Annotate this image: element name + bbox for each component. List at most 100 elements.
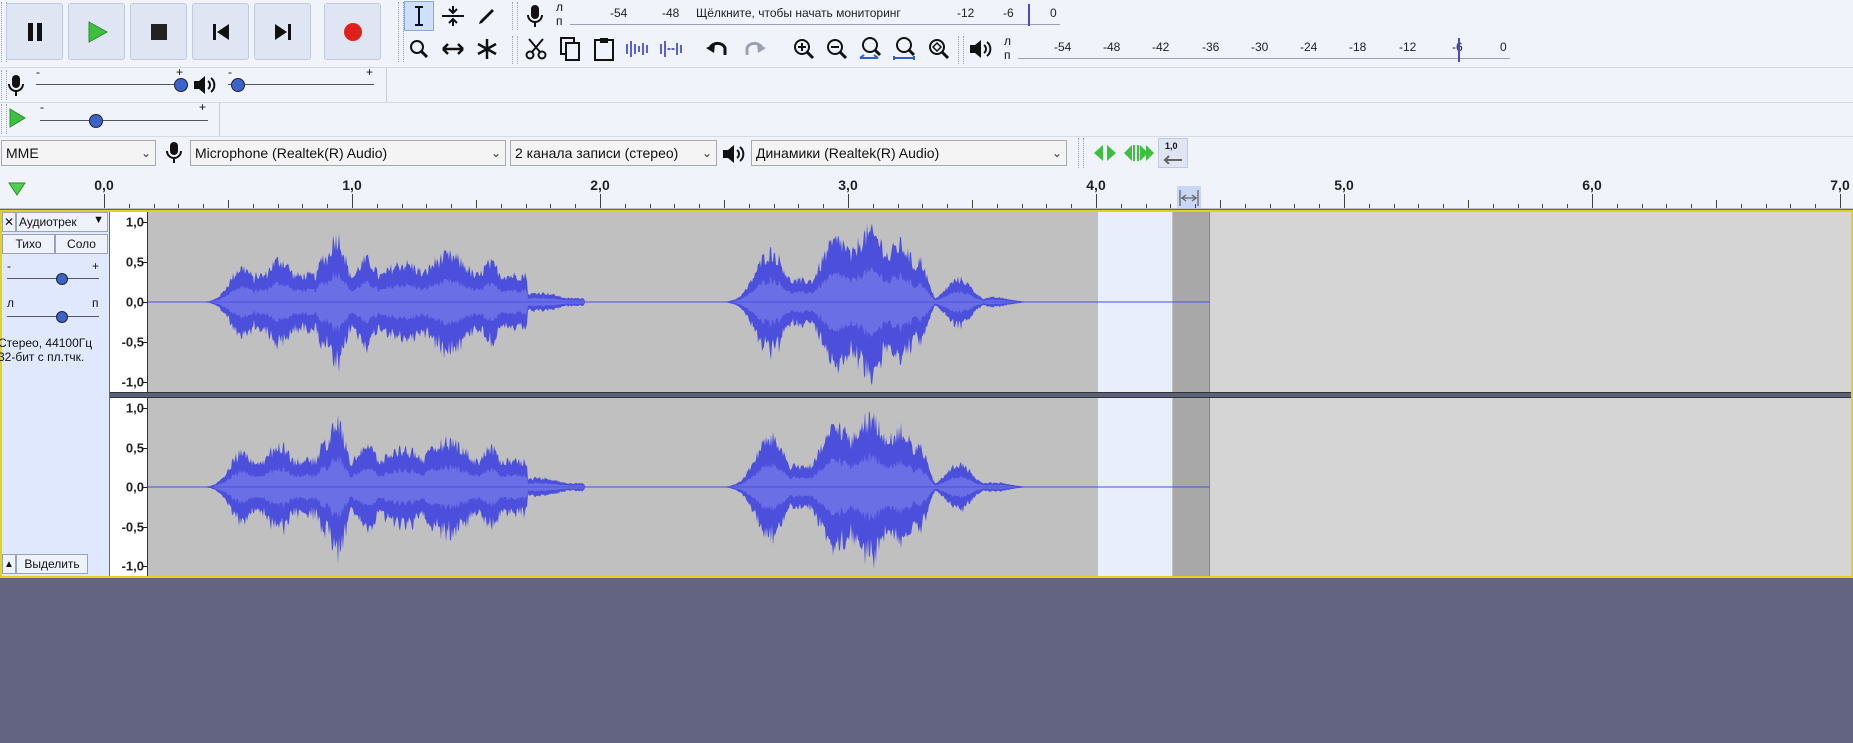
stop-button[interactable] <box>130 3 187 60</box>
chevron-down-icon: ⌄ <box>490 146 501 160</box>
ruler-tick <box>154 204 155 208</box>
silence-audio-icon <box>660 41 682 57</box>
pause-button[interactable] <box>6 3 63 60</box>
skip-end-button[interactable] <box>254 3 311 60</box>
meter-right-label: п <box>556 14 563 28</box>
solo-button[interactable]: Соло <box>55 234 108 254</box>
ruler-tick <box>1592 194 1593 208</box>
gain-max-label: + <box>92 259 100 273</box>
playback-volume-slider[interactable] <box>228 84 374 85</box>
ruler-label: 1,0 <box>342 177 362 193</box>
play-cut-preview-button[interactable] <box>1122 138 1156 168</box>
meter-tick: -48 <box>1103 40 1121 54</box>
select-track-button[interactable]: Выделить <box>16 554 88 574</box>
vertical-scale-left[interactable]: 1,0 0,5 0,0 -0,5 -1,0 <box>110 212 148 392</box>
audio-track[interactable]: ✕ Аудиотрек ▼ Тихо Соло - + л п Стерео, … <box>0 210 1853 578</box>
toolbar-grip[interactable] <box>512 36 518 64</box>
meter-left-label: л <box>1004 34 1012 48</box>
pan-slider[interactable] <box>7 316 99 317</box>
chevron-down-icon: ⌄ <box>140 146 151 160</box>
audio-host-select[interactable]: MME ⌄ <box>1 140 156 166</box>
record-meter-button[interactable] <box>520 1 550 31</box>
selection-tool-button[interactable] <box>404 1 434 31</box>
meter-tick: -18 <box>1349 40 1367 54</box>
stop-icon <box>150 23 167 40</box>
cut-button[interactable] <box>521 34 551 64</box>
recording-device-select[interactable]: Microphone (Realtek(R) Audio) ⌄ <box>190 140 506 166</box>
track-menu-button[interactable]: Аудиотрек ▼ <box>16 212 108 232</box>
skip-start-button[interactable] <box>192 3 249 60</box>
ruler-tick <box>575 204 576 208</box>
redo-button[interactable] <box>738 34 768 64</box>
toolbar-grip[interactable] <box>512 2 518 30</box>
ruler-tick <box>972 200 973 208</box>
ruler-tick <box>377 204 378 208</box>
playback-meter[interactable]: -54 -48 -42 -36 -30 -24 -18 -12 -6 0 <box>1018 38 1510 62</box>
trim-button[interactable] <box>623 34 653 64</box>
zoom-in-button[interactable] <box>789 34 819 64</box>
rate-button[interactable]: 1,0 <box>1158 138 1188 168</box>
scale-label: 0,0 <box>125 479 144 495</box>
playback-volume-thumb[interactable] <box>231 78 245 92</box>
ruler-tick <box>873 204 874 208</box>
ruler-tick <box>1766 204 1767 208</box>
playback-speed-thumb[interactable] <box>89 114 103 128</box>
zoom-toggle-button[interactable] <box>924 34 954 64</box>
ruler-tick <box>1195 204 1196 208</box>
chevron-down-icon: ⌄ <box>701 146 712 160</box>
close-track-button[interactable]: ✕ <box>2 212 16 232</box>
envelope-tool-button[interactable] <box>438 1 468 31</box>
play-meter-button[interactable] <box>966 34 996 64</box>
select-label: Выделить <box>24 557 80 571</box>
scale-label: -1,0 <box>121 558 144 574</box>
meter-tick: -42 <box>1152 40 1170 54</box>
ruler-label: 0,0 <box>94 177 114 193</box>
waveform-left-channel[interactable] <box>148 212 1851 392</box>
paste-button[interactable] <box>589 34 619 64</box>
gain-slider-thumb[interactable] <box>56 273 69 285</box>
play-at-speed-button[interactable] <box>5 106 29 130</box>
scale-label: -0,5 <box>121 334 144 350</box>
zoom-out-button[interactable] <box>822 34 852 64</box>
toolbar-grip[interactable] <box>1078 138 1084 168</box>
time-shift-tool-button[interactable] <box>438 34 468 64</box>
ruler-tick <box>848 194 849 208</box>
recording-volume-slider[interactable] <box>36 84 182 85</box>
draw-tool-button[interactable] <box>472 1 502 31</box>
silence-button[interactable] <box>657 34 687 64</box>
ruler-tick <box>1567 204 1568 208</box>
track-format-bits: 32-бит с пл.тчк. <box>0 350 85 364</box>
fit-selection-button[interactable] <box>856 34 886 64</box>
ruler-tick <box>1418 204 1419 208</box>
playback-speed-slider[interactable] <box>40 120 208 121</box>
pan-slider-thumb[interactable] <box>56 311 69 323</box>
waveform-right-channel[interactable] <box>148 398 1851 576</box>
ruler-tick <box>1319 204 1320 208</box>
copy-button[interactable] <box>555 34 585 64</box>
multi-tool-button[interactable] <box>472 34 502 64</box>
timeline-menu-button[interactable] <box>4 176 30 202</box>
scale-label: 0,5 <box>125 254 144 270</box>
playback-device-select[interactable]: Динамики (Realtek(R) Audio) ⌄ <box>751 140 1067 166</box>
ruler-tick <box>426 204 427 208</box>
fit-project-button[interactable] <box>890 34 920 64</box>
ruler-tick <box>1542 204 1543 208</box>
toolbar-grip[interactable] <box>958 36 964 64</box>
timeline-ruler[interactable]: 0,0 1,0 2,0 3,0 4,0 5,0 6,0 7,0 <box>0 172 1853 209</box>
zoom-tool-button[interactable] <box>404 34 434 64</box>
gain-slider[interactable] <box>7 278 99 279</box>
recording-volume-thumb[interactable] <box>174 78 188 92</box>
recording-channels-select[interactable]: 2 канала записи (стерео) ⌄ <box>510 140 717 166</box>
mute-button[interactable]: Тихо <box>2 234 55 254</box>
recording-meter[interactable]: -54 -48 Щёлкните, чтобы начать мониторин… <box>570 4 1060 26</box>
ruler-tick <box>1270 204 1271 208</box>
record-button[interactable] <box>324 3 381 60</box>
vertical-scale-right[interactable]: 1,0 0,5 0,0 -0,5 -1,0 <box>110 398 148 576</box>
ruler-tick <box>1493 204 1494 208</box>
pencil-icon <box>479 9 494 24</box>
play-button[interactable] <box>68 3 125 60</box>
collapse-track-button[interactable]: ▲ <box>2 554 16 574</box>
snap-to-clip-button[interactable] <box>1090 138 1120 168</box>
undo-button[interactable] <box>704 34 734 64</box>
redo-icon <box>745 41 766 55</box>
